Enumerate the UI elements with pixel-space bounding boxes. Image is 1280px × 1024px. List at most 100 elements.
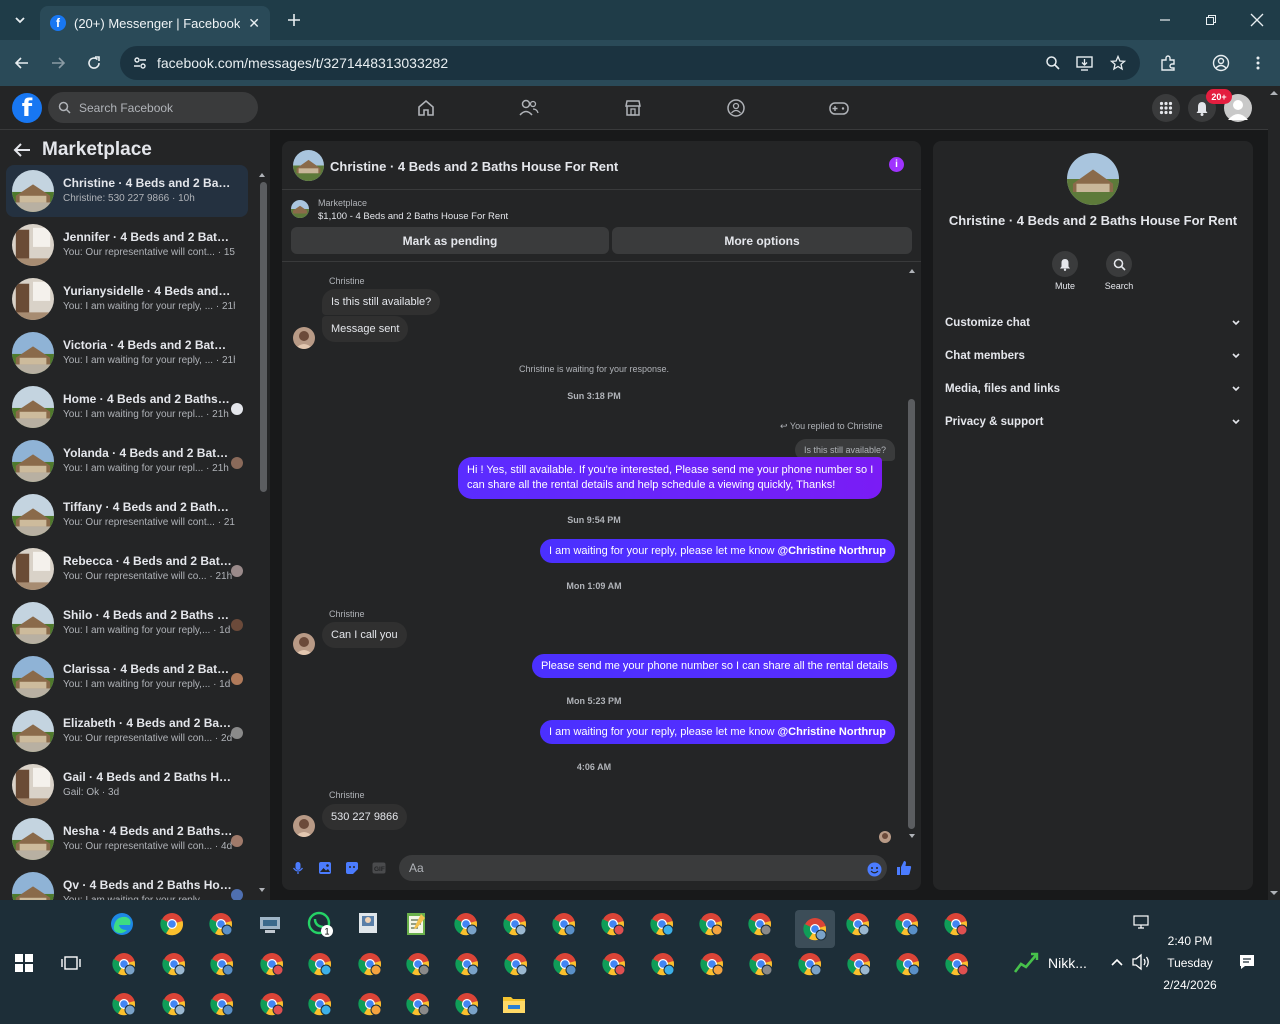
chrome-profile-window-icon[interactable] bbox=[747, 950, 775, 978]
new-tab-button[interactable] bbox=[282, 8, 306, 32]
chrome-profile-window-icon[interactable] bbox=[746, 910, 774, 938]
whatsapp-icon[interactable]: 1 bbox=[306, 910, 334, 938]
chrome-profile-window-icon[interactable] bbox=[894, 950, 922, 978]
home-nav-icon[interactable] bbox=[415, 97, 437, 119]
chrome-profile-window-icon[interactable] bbox=[502, 950, 530, 978]
conversation-item[interactable]: Yurianysidelle · 4 Beds and 2 Ba... You: … bbox=[6, 273, 248, 325]
chrome-profile-window-icon[interactable] bbox=[845, 950, 873, 978]
chrome-profile-window-icon[interactable] bbox=[942, 910, 970, 938]
chrome-profile-window-icon[interactable] bbox=[893, 910, 921, 938]
conversation-item[interactable]: Rebecca · 4 Beds and 2 Baths... You: Our … bbox=[6, 543, 248, 595]
media-files-links-section[interactable]: Media, files and links bbox=[945, 378, 1241, 400]
more-options-button[interactable]: More options bbox=[612, 227, 912, 254]
address-bar[interactable]: facebook.com/messages/t/3271448313033282 bbox=[120, 46, 1140, 80]
conversation-info-icon[interactable]: i bbox=[889, 157, 904, 172]
incoming-message[interactable]: Message sent bbox=[322, 316, 409, 342]
file-explorer-icon[interactable] bbox=[500, 990, 528, 1018]
conversation-item[interactable]: Qv · 4 Beds and 2 Baths Hous...You: I am… bbox=[6, 867, 248, 900]
chrome-profile-window-icon[interactable] bbox=[404, 950, 432, 978]
chrome-browser-icon[interactable] bbox=[158, 910, 186, 938]
outgoing-message[interactable]: Hi ! Yes, still available. If you're int… bbox=[458, 457, 883, 499]
search-conversation-button[interactable]: Search bbox=[1099, 251, 1139, 291]
chrome-profile-window-icon[interactable] bbox=[453, 950, 481, 978]
chrome-profile-window-icon[interactable] bbox=[207, 910, 235, 938]
conversation-item[interactable]: Tiffany · 4 Beds and 2 Baths Ho... You: O… bbox=[6, 489, 248, 541]
chrome-profile-window-icon[interactable] bbox=[110, 990, 138, 1018]
conversation-item[interactable]: Elizabeth · 4 Beds and 2 Bath... You: Our… bbox=[6, 705, 248, 757]
emoji-icon[interactable] bbox=[866, 861, 882, 877]
conversation-item[interactable]: Gail · 4 Beds and 2 Baths House... Gail: … bbox=[6, 759, 248, 811]
tray-widget-label[interactable]: Nikk... bbox=[1048, 955, 1087, 971]
customize-chat-section[interactable]: Customize chat bbox=[945, 312, 1241, 334]
restore-window-button[interactable] bbox=[1198, 8, 1224, 32]
microphone-icon[interactable] bbox=[290, 860, 306, 876]
chrome-profile-window-icon[interactable] bbox=[943, 950, 971, 978]
conversation-avatar[interactable] bbox=[1067, 153, 1119, 205]
christine-avatar[interactable] bbox=[293, 633, 315, 655]
task-view-icon[interactable] bbox=[57, 949, 85, 977]
conversation-list-scroll-thumb[interactable] bbox=[260, 182, 267, 492]
conversation-item[interactable]: Yolanda · 4 Beds and 2 Baths ... You: I a… bbox=[6, 435, 248, 487]
back-arrow-icon[interactable] bbox=[12, 142, 32, 158]
chrome-profile-window-icon[interactable] bbox=[550, 910, 578, 938]
chrome-profile-window-icon[interactable] bbox=[453, 990, 481, 1018]
christine-avatar[interactable] bbox=[293, 327, 315, 349]
chrome-profile-window-icon[interactable] bbox=[356, 990, 384, 1018]
notepad-icon[interactable] bbox=[402, 910, 430, 938]
conversation-item[interactable]: Clarissa · 4 Beds and 2 Baths ... You: I … bbox=[6, 651, 248, 703]
file-server-icon[interactable] bbox=[256, 910, 284, 938]
facebook-logo-icon[interactable]: f bbox=[12, 93, 42, 123]
chrome-profile-window-icon[interactable] bbox=[306, 950, 334, 978]
edge-browser-icon[interactable] bbox=[108, 910, 136, 938]
close-window-button[interactable] bbox=[1244, 8, 1270, 32]
chrome-profile-window-icon[interactable] bbox=[258, 950, 286, 978]
conversation-item[interactable]: Nesha · 4 Beds and 2 Baths H... You: Our … bbox=[6, 813, 248, 865]
taskbar-clock[interactable]: 2:40 PM Tuesday 2/24/2026 bbox=[1150, 930, 1230, 996]
message-input[interactable] bbox=[409, 861, 849, 875]
extensions-icon[interactable] bbox=[1156, 51, 1180, 75]
bookmark-star-icon[interactable] bbox=[1108, 53, 1128, 73]
chrome-profile-window-icon[interactable] bbox=[110, 950, 138, 978]
listing-title[interactable]: $1,100 - 4 Beds and 2 Baths House For Re… bbox=[318, 211, 508, 222]
chat-members-section[interactable]: Chat members bbox=[945, 345, 1241, 367]
conversation-item[interactable]: Victoria · 4 Beds and 2 Baths H... You: I… bbox=[6, 327, 248, 379]
zoom-icon[interactable] bbox=[1043, 53, 1063, 73]
browser-menu-icon[interactable] bbox=[1246, 51, 1270, 75]
install-app-icon[interactable] bbox=[1075, 53, 1095, 73]
chrome-profile-window-icon[interactable] bbox=[452, 910, 480, 938]
groups-nav-icon[interactable] bbox=[725, 97, 747, 119]
sticker-icon[interactable] bbox=[344, 860, 360, 876]
chrome-profile-window-icon[interactable] bbox=[698, 950, 726, 978]
conversation-item[interactable]: Jennifer · 4 Beds and 2 Baths H... You: O… bbox=[6, 219, 248, 271]
chrome-profile-window-icon[interactable] bbox=[844, 910, 872, 938]
conversation-item[interactable]: Home · 4 Beds and 2 Baths H... You: I am … bbox=[6, 381, 248, 433]
back-button[interactable] bbox=[10, 51, 34, 75]
minimize-window-button[interactable] bbox=[1152, 8, 1178, 32]
chrome-profile-window-icon[interactable] bbox=[160, 950, 188, 978]
incoming-message[interactable]: Can I call you bbox=[322, 622, 407, 648]
chrome-profile-window-icon[interactable] bbox=[501, 910, 529, 938]
tab-search-dropdown-button[interactable] bbox=[8, 8, 32, 32]
outgoing-message[interactable]: I am waiting for your reply, please let … bbox=[540, 720, 895, 744]
profile-icon[interactable] bbox=[1209, 51, 1233, 75]
forward-button[interactable] bbox=[46, 51, 70, 75]
chrome-profile-window-icon[interactable] bbox=[208, 950, 236, 978]
stock-chart-icon[interactable] bbox=[1012, 948, 1040, 976]
site-info-icon[interactable] bbox=[130, 53, 150, 73]
chrome-profile-window-icon[interactable] bbox=[404, 990, 432, 1018]
reload-button[interactable] bbox=[82, 51, 106, 75]
outgoing-message[interactable]: I am waiting for your reply, please let … bbox=[540, 539, 895, 563]
gif-icon[interactable]: GIF bbox=[371, 860, 387, 876]
gaming-nav-icon[interactable] bbox=[828, 97, 850, 119]
privacy-support-section[interactable]: Privacy & support bbox=[945, 411, 1241, 433]
start-windows-icon[interactable] bbox=[10, 949, 38, 977]
message-thread-scroll-thumb[interactable] bbox=[908, 399, 915, 829]
active-browser-tab[interactable]: f (20+) Messenger | Facebook ✕ bbox=[40, 6, 270, 40]
chrome-profile-window-icon[interactable] bbox=[697, 910, 725, 938]
incoming-message[interactable]: 530 227 9866 bbox=[322, 804, 408, 830]
chrome-profile-window-icon[interactable] bbox=[208, 990, 236, 1018]
contacts-app-icon[interactable] bbox=[354, 910, 382, 938]
chrome-profile-window-icon[interactable] bbox=[356, 950, 384, 978]
listing-thumbnail[interactable] bbox=[291, 200, 309, 218]
chrome-profile-window-icon[interactable] bbox=[796, 950, 824, 978]
